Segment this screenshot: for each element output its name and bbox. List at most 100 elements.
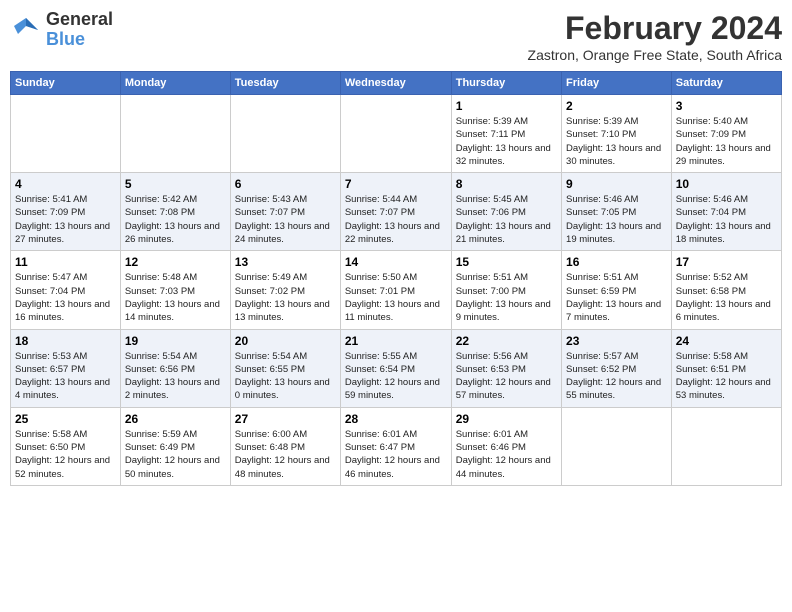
day-number: 10	[676, 177, 777, 191]
day-info: Sunrise: 5:58 AM Sunset: 6:51 PM Dayligh…	[676, 350, 777, 403]
table-row: 7 Sunrise: 5:44 AM Sunset: 7:07 PM Daylig…	[340, 173, 451, 251]
day-info: Sunrise: 6:00 AM Sunset: 6:48 PM Dayligh…	[235, 428, 336, 481]
calendar-week-row: 1 Sunrise: 5:39 AM Sunset: 7:11 PM Daylig…	[11, 95, 782, 173]
day-info: Sunrise: 5:54 AM Sunset: 6:55 PM Dayligh…	[235, 350, 336, 403]
day-number: 2	[566, 99, 667, 113]
table-row: 5Sunrise: 5:42 AM Sunset: 7:08 PM Daylig…	[120, 173, 230, 251]
table-row: 2 Sunrise: 5:39 AM Sunset: 7:10 PM Daylig…	[562, 95, 672, 173]
day-info: Sunrise: 5:59 AM Sunset: 6:49 PM Dayligh…	[125, 428, 226, 481]
table-row: 3 Sunrise: 5:40 AM Sunset: 7:09 PM Daylig…	[671, 95, 781, 173]
day-number: 7	[345, 177, 447, 191]
day-number: 16	[566, 255, 667, 269]
day-number: 22	[456, 334, 557, 348]
day-number: 3	[676, 99, 777, 113]
day-number: 5	[125, 177, 226, 191]
day-number: 21	[345, 334, 447, 348]
table-row: 25Sunrise: 5:58 AM Sunset: 6:50 PM Dayli…	[11, 407, 121, 485]
day-number: 6	[235, 177, 336, 191]
day-number: 23	[566, 334, 667, 348]
title-block: February 2024 Zastron, Orange Free State…	[528, 10, 782, 63]
day-number: 20	[235, 334, 336, 348]
day-info: Sunrise: 5:47 AM Sunset: 7:04 PM Dayligh…	[15, 271, 116, 324]
day-number: 15	[456, 255, 557, 269]
header-thursday: Thursday	[451, 72, 561, 95]
table-row	[562, 407, 672, 485]
day-number: 12	[125, 255, 226, 269]
day-info: Sunrise: 5:48 AM Sunset: 7:03 PM Dayligh…	[125, 271, 226, 324]
calendar-table: Sunday Monday Tuesday Wednesday Thursday…	[10, 71, 782, 486]
day-info: Sunrise: 5:39 AM Sunset: 7:10 PM Dayligh…	[566, 115, 667, 168]
day-info: Sunrise: 5:49 AM Sunset: 7:02 PM Dayligh…	[235, 271, 336, 324]
day-number: 27	[235, 412, 336, 426]
day-number: 1	[456, 99, 557, 113]
day-number: 8	[456, 177, 557, 191]
table-row	[340, 95, 451, 173]
day-number: 11	[15, 255, 116, 269]
table-row: 20 Sunrise: 5:54 AM Sunset: 6:55 PM Dayli…	[230, 329, 340, 407]
logo: General Blue	[10, 10, 113, 50]
table-row: 17 Sunrise: 5:52 AM Sunset: 6:58 PM Dayli…	[671, 251, 781, 329]
day-info: Sunrise: 5:41 AM Sunset: 7:09 PM Dayligh…	[15, 193, 116, 246]
day-info: Sunrise: 5:39 AM Sunset: 7:11 PM Dayligh…	[456, 115, 557, 168]
header-friday: Friday	[562, 72, 672, 95]
day-info: Sunrise: 6:01 AM Sunset: 6:47 PM Dayligh…	[345, 428, 447, 481]
day-info: Sunrise: 5:55 AM Sunset: 6:54 PM Dayligh…	[345, 350, 447, 403]
table-row: 29Sunrise: 6:01 AM Sunset: 6:46 PM Dayli…	[451, 407, 561, 485]
logo-icon	[10, 14, 42, 46]
day-info: Sunrise: 5:57 AM Sunset: 6:52 PM Dayligh…	[566, 350, 667, 403]
calendar-week-row: 11 Sunrise: 5:47 AM Sunset: 7:04 PM Dayli…	[11, 251, 782, 329]
table-row: 19 Sunrise: 5:54 AM Sunset: 6:56 PM Dayli…	[120, 329, 230, 407]
header-monday: Monday	[120, 72, 230, 95]
day-info: Sunrise: 5:44 AM Sunset: 7:07 PM Dayligh…	[345, 193, 447, 246]
header-sunday: Sunday	[11, 72, 121, 95]
day-info: Sunrise: 5:50 AM Sunset: 7:01 PM Dayligh…	[345, 271, 447, 324]
calendar-week-row: 18Sunrise: 5:53 AM Sunset: 6:57 PM Dayli…	[11, 329, 782, 407]
day-number: 9	[566, 177, 667, 191]
day-info: Sunrise: 5:40 AM Sunset: 7:09 PM Dayligh…	[676, 115, 777, 168]
table-row: 22 Sunrise: 5:56 AM Sunset: 6:53 PM Dayli…	[451, 329, 561, 407]
table-row	[11, 95, 121, 173]
table-row: 6 Sunrise: 5:43 AM Sunset: 7:07 PM Daylig…	[230, 173, 340, 251]
calendar-title: February 2024	[528, 10, 782, 47]
table-row	[120, 95, 230, 173]
day-number: 24	[676, 334, 777, 348]
table-row: 10Sunrise: 5:46 AM Sunset: 7:04 PM Dayli…	[671, 173, 781, 251]
table-row: 15Sunrise: 5:51 AM Sunset: 7:00 PM Dayli…	[451, 251, 561, 329]
table-row: 8 Sunrise: 5:45 AM Sunset: 7:06 PM Daylig…	[451, 173, 561, 251]
header-saturday: Saturday	[671, 72, 781, 95]
table-row	[671, 407, 781, 485]
table-row: 11 Sunrise: 5:47 AM Sunset: 7:04 PM Dayli…	[11, 251, 121, 329]
calendar-week-row: 25Sunrise: 5:58 AM Sunset: 6:50 PM Dayli…	[11, 407, 782, 485]
table-row: 23 Sunrise: 5:57 AM Sunset: 6:52 PM Dayli…	[562, 329, 672, 407]
table-row: 13 Sunrise: 5:49 AM Sunset: 7:02 PM Dayli…	[230, 251, 340, 329]
table-row: 12 Sunrise: 5:48 AM Sunset: 7:03 PM Dayli…	[120, 251, 230, 329]
day-info: Sunrise: 5:58 AM Sunset: 6:50 PM Dayligh…	[15, 428, 116, 481]
day-number: 26	[125, 412, 226, 426]
day-info: Sunrise: 5:54 AM Sunset: 6:56 PM Dayligh…	[125, 350, 226, 403]
day-number: 19	[125, 334, 226, 348]
header-wednesday: Wednesday	[340, 72, 451, 95]
calendar-header-row: Sunday Monday Tuesday Wednesday Thursday…	[11, 72, 782, 95]
table-row: 21 Sunrise: 5:55 AM Sunset: 6:54 PM Dayli…	[340, 329, 451, 407]
day-info: Sunrise: 5:45 AM Sunset: 7:06 PM Dayligh…	[456, 193, 557, 246]
table-row: 27 Sunrise: 6:00 AM Sunset: 6:48 PM Dayli…	[230, 407, 340, 485]
day-info: Sunrise: 5:52 AM Sunset: 6:58 PM Dayligh…	[676, 271, 777, 324]
day-number: 4	[15, 177, 116, 191]
table-row: 16Sunrise: 5:51 AM Sunset: 6:59 PM Dayli…	[562, 251, 672, 329]
table-row: 14Sunrise: 5:50 AM Sunset: 7:01 PM Dayli…	[340, 251, 451, 329]
day-info: Sunrise: 5:46 AM Sunset: 7:05 PM Dayligh…	[566, 193, 667, 246]
day-number: 17	[676, 255, 777, 269]
calendar-subtitle: Zastron, Orange Free State, South Africa	[528, 47, 782, 63]
table-row: 18Sunrise: 5:53 AM Sunset: 6:57 PM Dayli…	[11, 329, 121, 407]
day-info: Sunrise: 5:43 AM Sunset: 7:07 PM Dayligh…	[235, 193, 336, 246]
header-tuesday: Tuesday	[230, 72, 340, 95]
table-row: 4 Sunrise: 5:41 AM Sunset: 7:09 PM Daylig…	[11, 173, 121, 251]
day-info: Sunrise: 5:56 AM Sunset: 6:53 PM Dayligh…	[456, 350, 557, 403]
calendar-week-row: 4 Sunrise: 5:41 AM Sunset: 7:09 PM Daylig…	[11, 173, 782, 251]
table-row: 28Sunrise: 6:01 AM Sunset: 6:47 PM Dayli…	[340, 407, 451, 485]
table-row: 26 Sunrise: 5:59 AM Sunset: 6:49 PM Dayli…	[120, 407, 230, 485]
table-row: 1 Sunrise: 5:39 AM Sunset: 7:11 PM Daylig…	[451, 95, 561, 173]
day-number: 13	[235, 255, 336, 269]
day-info: Sunrise: 6:01 AM Sunset: 6:46 PM Dayligh…	[456, 428, 557, 481]
table-row: 24 Sunrise: 5:58 AM Sunset: 6:51 PM Dayli…	[671, 329, 781, 407]
